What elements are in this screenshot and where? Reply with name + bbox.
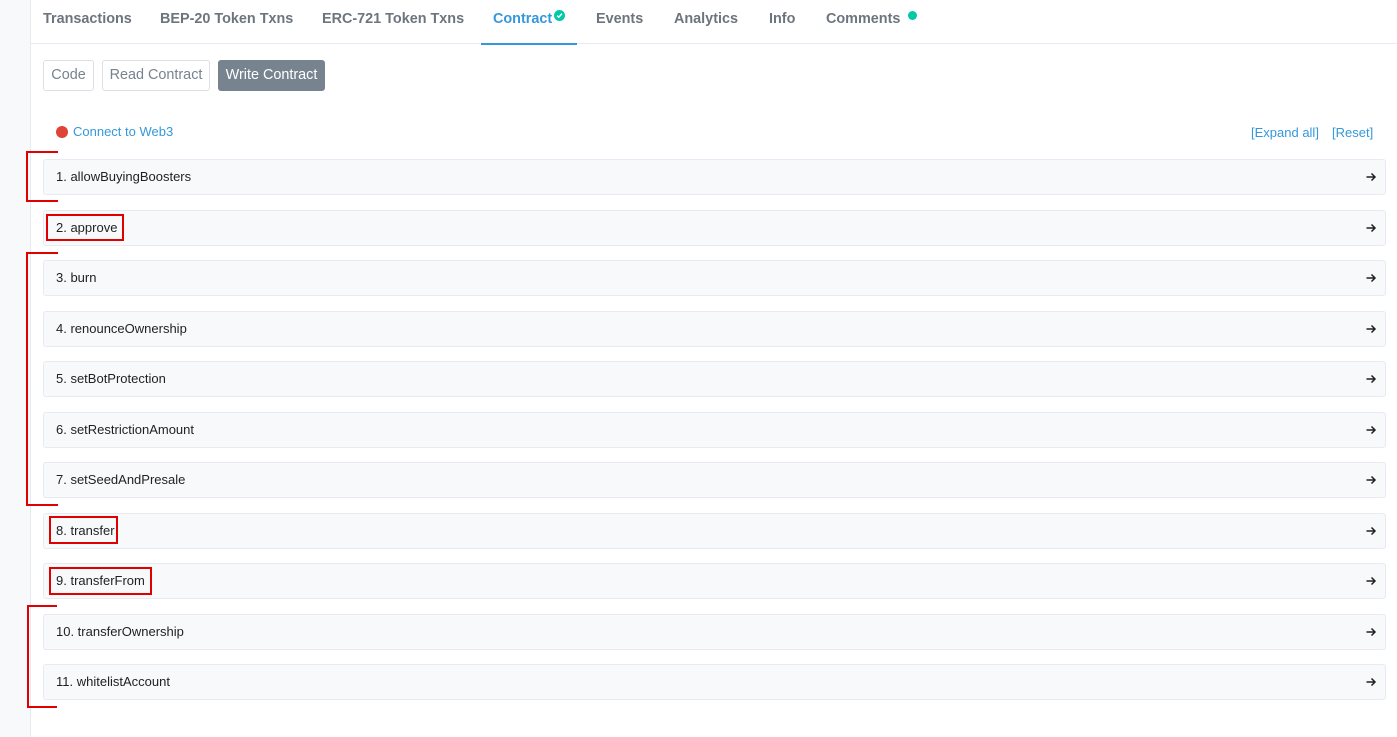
arrow-right-icon — [1366, 677, 1377, 687]
annotation-box — [49, 567, 152, 595]
read-contract-button[interactable]: Read Contract — [102, 60, 210, 91]
function-row[interactable]: 1. allowBuyingBoosters — [43, 159, 1386, 195]
arrow-right-icon — [1366, 576, 1377, 586]
function-row[interactable]: 6. setRestrictionAmount — [43, 412, 1386, 448]
function-row[interactable]: 2. approve — [43, 210, 1386, 246]
function-row[interactable]: 4. renounceOwnership — [43, 311, 1386, 347]
arrow-right-icon — [1366, 374, 1377, 384]
function-label: 7. setSeedAndPresale — [56, 472, 186, 487]
arrow-right-icon — [1366, 324, 1377, 334]
annotation-bracket — [27, 605, 57, 708]
function-label: 4. renounceOwnership — [56, 321, 187, 336]
tab-events[interactable]: Events — [584, 0, 655, 44]
check-circle-icon — [554, 10, 565, 21]
tab-label: Contract — [493, 11, 553, 27]
status-dot-icon — [56, 125, 68, 138]
function-row[interactable]: 5. setBotProtection — [43, 361, 1386, 397]
arrow-right-icon — [1366, 475, 1377, 485]
tab-label: ERC-721 Token Txns — [322, 11, 465, 27]
function-row[interactable]: 10. transferOwnership — [43, 614, 1386, 650]
connect-web3-link[interactable]: Connect to Web3 — [56, 124, 173, 139]
annotation-bracket — [26, 151, 58, 202]
tab-analytics[interactable]: Analytics — [662, 0, 750, 44]
tab-label: Comments — [826, 11, 901, 27]
tab-erc721-token-txns[interactable]: ERC-721 Token Txns — [310, 0, 476, 44]
tab-bar: Transactions BEP-20 Token Txns ERC-721 T… — [31, 0, 1397, 45]
tab-label: Info — [769, 11, 796, 27]
arrow-right-icon — [1366, 526, 1377, 536]
function-label: 5. setBotProtection — [56, 371, 166, 386]
function-row[interactable]: 7. setSeedAndPresale — [43, 462, 1386, 498]
arrow-right-icon — [1366, 172, 1377, 182]
arrow-right-icon — [1366, 273, 1377, 283]
tab-info[interactable]: Info — [757, 0, 807, 44]
annotation-box — [46, 214, 124, 241]
connect-label: Connect to Web3 — [73, 124, 174, 139]
function-label: 3. burn — [56, 270, 97, 285]
function-row[interactable]: 9. transferFrom — [43, 563, 1386, 599]
tab-label: Events — [596, 11, 644, 27]
reset-link[interactable]: [Reset] — [1332, 125, 1373, 140]
function-label: 11. whitelistAccount — [56, 674, 170, 689]
tab-transactions[interactable]: Transactions — [31, 0, 144, 44]
arrow-right-icon — [1366, 627, 1377, 637]
contract-card: Transactions BEP-20 Token Txns ERC-721 T… — [30, 0, 1397, 737]
annotation-bracket — [26, 252, 58, 506]
tab-bep20-token-txns[interactable]: BEP-20 Token Txns — [148, 0, 305, 44]
write-contract-button[interactable]: Write Contract — [218, 60, 325, 91]
dot-icon — [908, 11, 917, 20]
tab-comments[interactable]: Comments — [814, 0, 924, 44]
annotation-box — [49, 516, 118, 544]
function-label: 10. transferOwnership — [56, 624, 184, 639]
tab-label: Transactions — [43, 11, 132, 27]
function-label: 1. allowBuyingBoosters — [56, 169, 192, 184]
arrow-right-icon — [1366, 223, 1377, 233]
tab-label: BEP-20 Token Txns — [160, 11, 294, 27]
arrow-right-icon — [1366, 425, 1377, 435]
function-row[interactable]: 8. transfer — [43, 513, 1386, 549]
function-row[interactable]: 3. burn — [43, 260, 1386, 296]
tab-label: Analytics — [674, 11, 738, 27]
expand-all-link[interactable]: [Expand all] — [1251, 125, 1319, 140]
tab-contract[interactable]: Contract — [481, 0, 577, 45]
function-label: 6. setRestrictionAmount — [56, 422, 195, 437]
code-button[interactable]: Code — [43, 60, 94, 91]
function-row[interactable]: 11. whitelistAccount — [43, 664, 1386, 700]
